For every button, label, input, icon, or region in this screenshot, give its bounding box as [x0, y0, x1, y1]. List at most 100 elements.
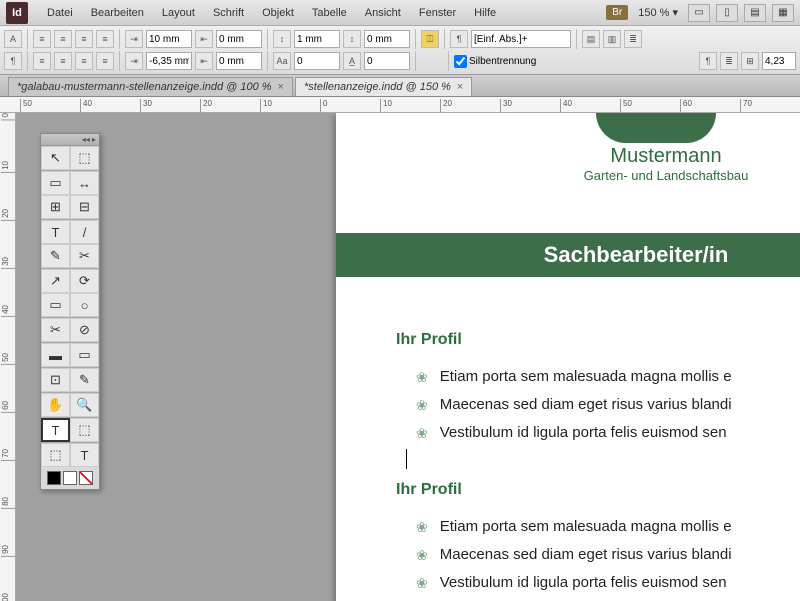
baseline-grid-icon[interactable]: ⊞	[741, 52, 759, 70]
tool-button[interactable]: 🔍	[70, 393, 99, 417]
tool-button[interactable]: ⊟	[70, 195, 99, 219]
tool-button[interactable]: ⊞	[41, 195, 70, 219]
tool-button[interactable]: /	[70, 220, 99, 244]
bridge-button[interactable]: Br	[606, 5, 628, 20]
list-item: ❀Etiam porta sem malesuada magna mollis …	[416, 363, 732, 391]
tool-button[interactable]: ⬚	[70, 418, 99, 442]
view-mode-2-icon[interactable]: ▯	[716, 4, 738, 22]
span-icon[interactable]: ▥	[603, 30, 621, 48]
col-gap-field[interactable]	[762, 52, 796, 70]
view-mode-3-icon[interactable]: ▤	[744, 4, 766, 22]
tool-button[interactable]: T	[41, 418, 70, 442]
para-style-select[interactable]	[471, 30, 571, 48]
tool-button[interactable]: ✎	[41, 244, 70, 268]
tool-button[interactable]: ⟳	[70, 269, 99, 293]
menu-type[interactable]: Schrift	[204, 7, 253, 19]
tools-panel[interactable]: ◂◂ ▸ ↖⬚▭↔⊞⊟T/✎✂↗⟳▭○✂⊘▬▭⊡✎✋🔍T⬚⬚T	[40, 133, 100, 490]
menu-view[interactable]: Ansicht	[356, 7, 410, 19]
flower-icon: ❀	[416, 569, 428, 597]
tool-button[interactable]: T	[70, 443, 99, 467]
document-tabs: *galabau-mustermann-stellenanzeige.indd …	[0, 75, 800, 97]
flower-icon: ❀	[416, 419, 428, 447]
close-icon[interactable]: ×	[457, 81, 463, 93]
space-after-field[interactable]	[364, 30, 410, 48]
panel-header[interactable]: ◂◂ ▸	[41, 134, 99, 146]
justify-2-icon[interactable]: ≡	[54, 52, 72, 70]
stroke-swatch[interactable]	[63, 471, 77, 485]
menu-object[interactable]: Objekt	[253, 7, 303, 19]
tool-button[interactable]: ↖	[41, 146, 70, 170]
zoom-select[interactable]: 150 % ▾	[634, 5, 682, 20]
none-swatch[interactable]	[79, 471, 93, 485]
pilcrow-icon[interactable]: ¶	[699, 52, 717, 70]
flower-icon: ❀	[416, 513, 428, 541]
company-name: Mustermann	[556, 145, 776, 168]
indent-left-icon: ⇥	[125, 30, 143, 48]
text-cursor	[406, 449, 407, 469]
grid-align-icon[interactable]: ≣	[624, 30, 642, 48]
tool-button[interactable]: ▭	[41, 293, 70, 317]
company-block: Mustermann Garten- und Landschaftsbau	[556, 145, 776, 183]
grid-icon[interactable]: ≣	[720, 52, 738, 70]
first-line-icon: ⇥	[125, 52, 143, 70]
space-before-field[interactable]	[294, 30, 340, 48]
tool-button[interactable]: ▭	[41, 171, 70, 195]
indent-left-field[interactable]	[146, 30, 192, 48]
tab-doc-2[interactable]: *stellenanzeige.indd @ 150 %×	[295, 77, 472, 96]
list-item: ❀Vestibulum id ligula porta felis euismo…	[416, 569, 732, 597]
justify-1-icon[interactable]: ≡	[33, 52, 51, 70]
tool-button[interactable]: ⬚	[41, 443, 70, 467]
fill-swatch[interactable]	[47, 471, 61, 485]
tab-doc-1[interactable]: *galabau-mustermann-stellenanzeige.indd …	[8, 77, 293, 96]
align-left-icon[interactable]: ≡	[33, 30, 51, 48]
tool-button[interactable]: ▭	[70, 343, 99, 367]
baseline-icon: Aa	[273, 52, 291, 70]
tool-button[interactable]: T	[41, 220, 70, 244]
indent-right-icon: ⇤	[195, 30, 213, 48]
align-center-icon[interactable]: ≡	[54, 30, 72, 48]
menu-help[interactable]: Hilfe	[465, 7, 505, 19]
vertical-ruler[interactable]: 0102030405060708090100	[0, 113, 16, 601]
tool-button[interactable]: ↔	[70, 171, 99, 195]
baseline-field[interactable]	[294, 52, 340, 70]
close-icon[interactable]: ×	[278, 81, 284, 93]
highlight-icon[interactable]: ⎅	[421, 30, 439, 48]
indent-right-field[interactable]	[216, 30, 262, 48]
tool-button[interactable]: ↗	[41, 269, 70, 293]
tool-button[interactable]: ▬	[41, 343, 70, 367]
menu-table[interactable]: Tabelle	[303, 7, 356, 19]
char-mode-icon[interactable]: A	[4, 30, 22, 48]
menu-layout[interactable]: Layout	[153, 7, 204, 19]
tool-button[interactable]: ○	[70, 293, 99, 317]
menu-bar: Id Datei Bearbeiten Layout Schrift Objek…	[0, 0, 800, 26]
para-style-icon: ¶	[450, 30, 468, 48]
tool-button[interactable]: ✂	[70, 244, 99, 268]
justify-3-icon[interactable]: ≡	[75, 52, 93, 70]
horizontal-ruler[interactable]: 5040302010010203040506070	[0, 97, 800, 113]
tool-button[interactable]: ⊘	[70, 318, 99, 342]
tool-button[interactable]: ✂	[41, 318, 70, 342]
list-item: ❀Maecenas sed diam eget risus varius bla…	[416, 541, 732, 569]
tool-button[interactable]: ⬚	[70, 146, 99, 170]
hyphenation-check[interactable]: Silbentrennung	[454, 55, 536, 68]
menu-file[interactable]: Datei	[38, 7, 82, 19]
document-page[interactable]: Mustermann Garten- und Landschaftsbau Sa…	[336, 113, 800, 601]
align-right-icon[interactable]: ≡	[75, 30, 93, 48]
view-mode-1-icon[interactable]: ▭	[688, 4, 710, 22]
canvas[interactable]: Mustermann Garten- und Landschaftsbau Sa…	[16, 113, 800, 601]
last-line-field[interactable]	[216, 52, 262, 70]
first-line-field[interactable]	[146, 52, 192, 70]
screen-mode-icon[interactable]: ▦	[772, 4, 794, 22]
flower-icon: ❀	[416, 391, 428, 419]
space-after-icon: ↕	[343, 30, 361, 48]
tool-button[interactable]: ⊡	[41, 368, 70, 392]
dropcap-field[interactable]	[364, 52, 410, 70]
para-mode-icon[interactable]: ¶	[4, 52, 22, 70]
menu-edit[interactable]: Bearbeiten	[82, 7, 153, 19]
menu-window[interactable]: Fenster	[410, 7, 465, 19]
tool-button[interactable]: ✋	[41, 393, 70, 417]
align-justify-icon[interactable]: ≡	[96, 30, 114, 48]
columns-icon[interactable]: ▤	[582, 30, 600, 48]
justify-4-icon[interactable]: ≡	[96, 52, 114, 70]
tool-button[interactable]: ✎	[70, 368, 99, 392]
